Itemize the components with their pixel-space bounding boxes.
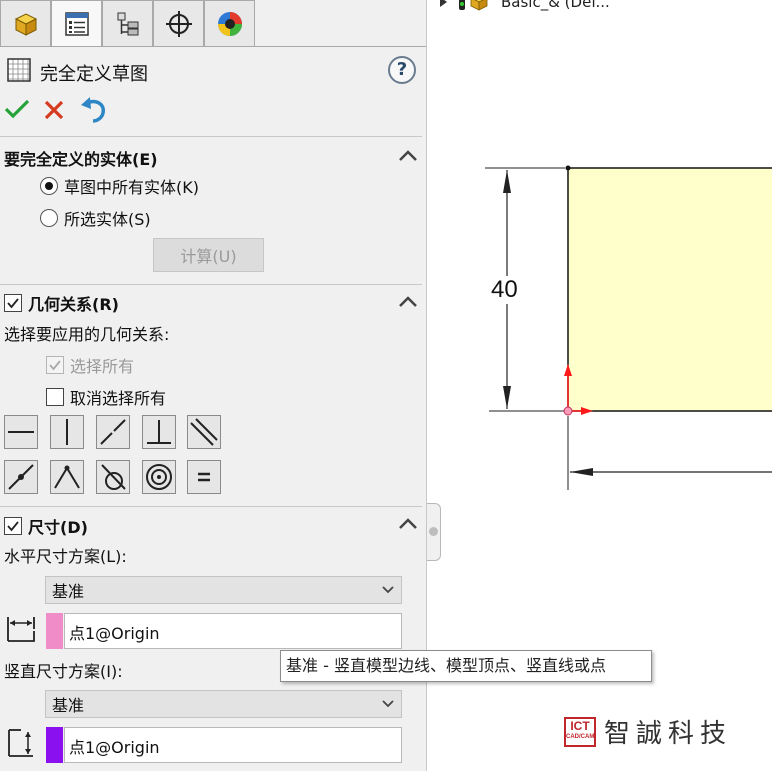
display-manager-icon bbox=[217, 11, 242, 36]
vertical-dimension-icon bbox=[8, 729, 33, 757]
checkmark-icon bbox=[7, 521, 19, 532]
checkmark-icon bbox=[49, 360, 61, 371]
horizontal-datum-field[interactable]: 点1@Origin bbox=[64, 613, 402, 649]
chevron-down-icon bbox=[382, 586, 394, 594]
perpendicular-icon bbox=[147, 420, 171, 444]
parallel-relation-button[interactable] bbox=[187, 415, 221, 449]
horizontal-scheme-label: 水平尺寸方案(L): bbox=[4, 547, 127, 566]
company-logo: ICT CAD/CAM bbox=[564, 716, 596, 747]
coincident-relation-button[interactable] bbox=[50, 460, 84, 494]
tab-dimxpert-manager[interactable] bbox=[153, 0, 204, 46]
section-divider bbox=[0, 284, 422, 285]
radio-button[interactable] bbox=[40, 177, 58, 195]
tab-bar-divider bbox=[0, 46, 426, 47]
feature-tree-item[interactable]: Basic_& (Def... bbox=[437, 0, 610, 12]
collinear-relation-button[interactable] bbox=[96, 415, 130, 449]
part-icon bbox=[459, 0, 488, 11]
sketch-rectangle[interactable] bbox=[567, 167, 772, 412]
relations-group-title: 几何关系(R) bbox=[28, 295, 119, 314]
horizontal-line-icon bbox=[8, 431, 34, 433]
vertical-scheme-label: 竖直尺寸方案(I): bbox=[4, 662, 123, 681]
tangent-relation-button[interactable] bbox=[96, 460, 130, 494]
section-divider bbox=[0, 136, 422, 137]
expand-arrow-icon bbox=[440, 0, 447, 7]
configuration-icon bbox=[117, 12, 138, 35]
undo-icon[interactable] bbox=[78, 95, 108, 123]
tab-display-manager[interactable] bbox=[204, 0, 255, 46]
radio-all-entities[interactable]: 草图中所有实体(K) bbox=[40, 174, 199, 198]
deselect-all-checkbox[interactable] bbox=[46, 388, 64, 406]
page-title: 完全定义草图 bbox=[40, 64, 148, 85]
tab-feature-manager[interactable] bbox=[0, 0, 51, 46]
vertical-line-icon bbox=[66, 419, 68, 445]
vertical-relation-button[interactable] bbox=[50, 415, 84, 449]
tooltip: 基准 - 竖直模型边线、模型顶点、竖直线或点 bbox=[280, 650, 652, 682]
company-name: 智誠科技 bbox=[604, 719, 733, 749]
collapse-chevron-icon[interactable] bbox=[398, 294, 418, 308]
select-all-option[interactable]: 选择所有 bbox=[46, 353, 134, 377]
vertical-datum-field[interactable]: 点1@Origin bbox=[64, 727, 402, 763]
concentric-icon bbox=[146, 464, 172, 490]
sketch-vertex[interactable] bbox=[565, 165, 571, 171]
equal-relation-button[interactable] bbox=[187, 460, 221, 494]
calculate-button[interactable]: 计算(U) bbox=[153, 238, 264, 272]
chevron-down-icon bbox=[382, 700, 394, 708]
perpendicular-relation-button[interactable] bbox=[142, 415, 176, 449]
radio-label: 所选实体(S) bbox=[64, 210, 151, 229]
ok-checkmark-icon[interactable] bbox=[4, 97, 30, 121]
tab-property-manager[interactable] bbox=[51, 0, 102, 46]
entities-group-title: 要完全定义的实体(E) bbox=[4, 150, 158, 169]
manager-tab-bar bbox=[0, 0, 255, 48]
select-all-checkbox[interactable] bbox=[46, 356, 64, 374]
crosshair-icon bbox=[165, 10, 192, 37]
collinear-icon bbox=[100, 419, 126, 445]
logo-bottom-text: CAD/CAM bbox=[566, 733, 595, 740]
horizontal-datum-color-swatch bbox=[46, 613, 63, 649]
tree-item-label: Basic_& (Def... bbox=[501, 0, 610, 11]
horizontal-relation-button[interactable] bbox=[4, 415, 38, 449]
radio-label: 草图中所有实体(K) bbox=[64, 178, 199, 197]
horizontal-dimension-icon bbox=[7, 617, 35, 642]
horizontal-scheme-select[interactable]: 基准 bbox=[45, 576, 402, 604]
dimension-value-label[interactable]: 40 bbox=[491, 276, 518, 304]
select-value: 基准 bbox=[52, 696, 85, 715]
help-button[interactable]: ? bbox=[388, 56, 416, 84]
select-value: 基准 bbox=[52, 582, 85, 601]
coincident-icon bbox=[54, 465, 80, 489]
relations-group-header[interactable]: 几何关系(R) bbox=[4, 291, 119, 315]
deselect-all-option[interactable]: 取消选择所有 bbox=[46, 385, 166, 409]
midpoint-icon bbox=[8, 464, 34, 490]
radio-selected-entities[interactable]: 所选实体(S) bbox=[40, 206, 151, 230]
collapse-chevron-icon[interactable] bbox=[398, 516, 418, 530]
collapse-chevron-icon[interactable] bbox=[398, 148, 418, 162]
origin-point[interactable] bbox=[563, 406, 573, 416]
deselect-all-label: 取消选择所有 bbox=[70, 389, 167, 408]
dimensions-checkbox[interactable] bbox=[4, 517, 22, 535]
relations-prompt: 选择要应用的几何关系: bbox=[4, 325, 170, 344]
tangent-icon bbox=[101, 464, 126, 490]
sketch-grid-icon bbox=[7, 58, 31, 82]
dimensions-group-header[interactable]: 尺寸(D) bbox=[4, 514, 88, 538]
feature-tree-icon bbox=[14, 12, 37, 36]
concentric-relation-button[interactable] bbox=[142, 460, 176, 494]
dimensions-group-title: 尺寸(D) bbox=[28, 518, 88, 537]
radio-button[interactable] bbox=[40, 209, 58, 227]
midpoint-relation-button[interactable] bbox=[4, 460, 38, 494]
select-all-label: 选择所有 bbox=[70, 357, 135, 376]
cancel-x-icon[interactable] bbox=[43, 99, 65, 121]
vertical-datum-color-swatch bbox=[46, 727, 63, 763]
panel-splitter-handle[interactable] bbox=[427, 503, 441, 561]
checkmark-icon bbox=[7, 298, 19, 309]
property-list-icon bbox=[64, 11, 89, 36]
vertical-scheme-select[interactable]: 基准 bbox=[45, 690, 402, 718]
relations-checkbox[interactable] bbox=[4, 294, 22, 312]
company-watermark: ICT CAD/CAM 智誠科技 bbox=[564, 713, 732, 750]
equal-icon bbox=[198, 472, 210, 482]
tab-configuration-manager[interactable] bbox=[102, 0, 153, 46]
section-divider bbox=[0, 506, 422, 507]
parallel-icon bbox=[190, 418, 218, 446]
logo-top-text: ICT bbox=[570, 718, 590, 733]
